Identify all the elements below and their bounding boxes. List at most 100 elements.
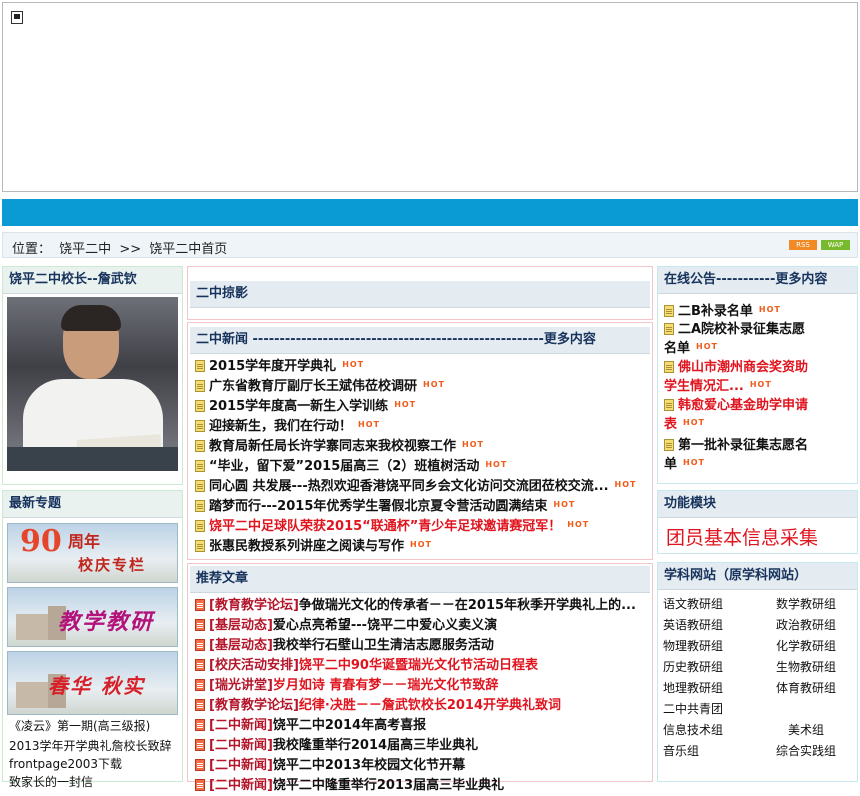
subject-link[interactable]: 信息技术组 (663, 721, 723, 739)
news-item[interactable]: 教育局新任局长许学寨同志来我校视察工作 HOT (195, 435, 484, 457)
news-item[interactable]: 2015学年度高一新生入学训练 HOT (195, 395, 416, 417)
recommend-category[interactable]: [教育教学论坛] (209, 698, 299, 713)
wap-badge[interactable]: WAP (821, 240, 850, 250)
breadcrumb-label: 位置： (12, 242, 52, 257)
notice-item[interactable]: 二A院校补录征集志愿名单 HOT (664, 321, 814, 357)
recommend-link[interactable]: 岁月如诗 青春有梦－－瑞光文化节致辞 (273, 678, 499, 693)
hot-badge: HOT (567, 520, 590, 529)
news-link[interactable]: 2015学年度开学典礼 (209, 359, 336, 374)
recommend-category[interactable]: [二中新闻] (209, 758, 273, 773)
recommend-item[interactable]: [校庆活动安排]饶平二中90华诞暨瑞光文化节活动日程表 (195, 656, 538, 676)
nav-bar (2, 199, 858, 226)
news-item[interactable]: 饶平二中足球队荣获2015“联通杯”青少年足球邀请赛冠军！ HOT (195, 515, 589, 537)
rss-badge[interactable]: RSS (789, 240, 817, 250)
recommend-link[interactable]: 饶平二中2013年校园文化节开幕 (273, 758, 465, 773)
subject-link[interactable]: 音乐组 (663, 742, 699, 760)
news-item[interactable]: 广东省教育厅副厅长王斌伟莅校调研 HOT (195, 375, 445, 397)
recommend-category[interactable]: [瑞光讲堂] (209, 678, 273, 693)
hot-badge: HOT (358, 420, 380, 429)
subject-link[interactable]: 综合实践组 (776, 742, 836, 760)
notice-title[interactable]: 在线公告-----------更多内容 (658, 267, 857, 294)
notice-link[interactable]: 佛山市潮州商会奖资助学生情况汇... (664, 360, 808, 394)
recommend-category[interactable]: [二中新闻] (209, 738, 273, 753)
subject-link[interactable]: 地理教研组 (663, 679, 723, 697)
document-icon (195, 679, 205, 691)
news-item[interactable]: “毕业，留下爱”2015届高三（2）班植树活动 HOT (195, 455, 507, 477)
banner-teaching[interactable]: 教学教研 (7, 587, 178, 647)
recommend-panel: 推荐文章 [教育教学论坛]争做瑞光文化的传承者－－在2015年秋季开学典礼上的.… (187, 563, 653, 793)
news-link[interactable]: 饶平二中足球队荣获2015“联通杯”青少年足球邀请赛冠军！ (209, 519, 561, 534)
news-link[interactable]: 2015学年度高一新生入学训练 (209, 399, 388, 414)
special-link-2[interactable]: 2013学年开学典礼詹校长致辞 (9, 737, 172, 755)
recommend-link[interactable]: 我校举行石壁山卫生清洁志愿服务活动 (273, 638, 494, 653)
recommend-category[interactable]: [基层动态] (209, 638, 273, 653)
document-icon (664, 361, 674, 373)
news-item[interactable]: 张惠民教授系列讲座之阅读与写作 HOT (195, 535, 432, 557)
news-link[interactable]: 张惠民教授系列讲座之阅读与写作 (209, 539, 404, 554)
banner-anniversary[interactable]: 90 周年 校庆专栏 (7, 523, 178, 583)
recommend-item[interactable]: [二中新闻]饶平二中2014年高考喜报 (195, 716, 426, 736)
recommend-category[interactable]: [校庆活动安排] (209, 658, 299, 673)
subject-link[interactable]: 二中共青团 (663, 700, 723, 718)
notice-item[interactable]: 佛山市潮州商会奖资助学生情况汇... HOT (664, 359, 814, 395)
recommend-category[interactable]: [教育教学论坛] (209, 598, 299, 613)
recommend-item[interactable]: [二中新闻]我校隆重举行2014届高三毕业典礼 (195, 736, 478, 756)
notice-item[interactable]: 二B补录名单 HOT (664, 301, 814, 320)
subject-link[interactable]: 化学教研组 (776, 637, 836, 655)
subject-link[interactable]: 物理教研组 (663, 637, 723, 655)
subject-link[interactable]: 生物教研组 (776, 658, 836, 676)
hot-badge: HOT (485, 460, 508, 469)
news-title[interactable]: 二中新闻 -----------------------------------… (190, 327, 650, 354)
news-link[interactable]: 广东省教育厅副厅长王斌伟莅校调研 (209, 379, 417, 394)
recommend-category[interactable]: [二中新闻] (209, 778, 273, 793)
notice-item[interactable]: 第一批补录征集志愿名单 HOT (664, 437, 814, 473)
breadcrumb-home-link[interactable]: 饶平二中 (59, 242, 111, 257)
news-item[interactable]: 2015学年度开学典礼 HOT (195, 355, 364, 377)
recommend-item[interactable]: [教育教学论坛]纪律·决胜－－詹武钦校长2014开学典礼致词 (195, 696, 561, 716)
special-link-3[interactable]: frontpage2003下载 (9, 755, 122, 773)
recommend-link[interactable]: 饶平二中90华诞暨瑞光文化节活动日程表 (299, 658, 538, 673)
member-info-link[interactable]: 团员基本信息采集 (666, 523, 818, 550)
news-link[interactable]: 踏梦而行---2015年优秀学生署假北京夏令营活动圆满结束 (209, 499, 547, 514)
notice-item[interactable]: 韩愈爱心基金助学申请表 HOT (664, 397, 814, 433)
special-link-1[interactable]: 《凌云》第一期(高三级报) (9, 717, 150, 735)
recommend-item[interactable]: [基层动态]爱心点亮希望---饶平二中爱心义卖义演 (195, 616, 497, 636)
document-icon (195, 520, 205, 532)
document-icon (664, 399, 674, 411)
recommend-link[interactable]: 我校隆重举行2014届高三毕业典礼 (273, 738, 478, 753)
subject-link[interactable]: 美术组 (788, 721, 824, 739)
subject-link[interactable]: 历史教研组 (663, 658, 723, 676)
news-item[interactable]: 同心圆 共发展---热烈欢迎香港饶平同乡会文化访问交流团莅校交流... HOT (195, 475, 636, 497)
recommend-link[interactable]: 爱心点亮希望---饶平二中爱心义卖义演 (273, 618, 497, 633)
recommend-link[interactable]: 纪律·决胜－－詹武钦校长2014开学典礼致词 (299, 698, 561, 713)
subject-link[interactable]: 数学教研组 (776, 595, 836, 613)
news-item[interactable]: 踏梦而行---2015年优秀学生署假北京夏令营活动圆满结束 HOT (195, 495, 575, 517)
recommend-link[interactable]: 饶平二中2014年高考喜报 (273, 718, 426, 733)
special-link-4[interactable]: 致家长的一封信 (9, 773, 93, 791)
special-panel: 最新专题 90 周年 校庆专栏 教学教研 春华 秋实 《凌云》第一期(高三级报)… (2, 490, 183, 789)
recommend-item[interactable]: [基层动态]我校举行石壁山卫生清洁志愿服务活动 (195, 636, 494, 656)
recommend-link[interactable]: 争做瑞光文化的传承者－－在2015年秋季开学典礼上的... (299, 598, 636, 613)
recommend-category[interactable]: [二中新闻] (209, 718, 273, 733)
news-link[interactable]: 同心圆 共发展---热烈欢迎香港饶平同乡会文化访问交流团莅校交流... (209, 479, 609, 494)
subject-link[interactable]: 语文教研组 (663, 595, 723, 613)
special-title: 最新专题 (3, 491, 182, 518)
news-item[interactable]: 迎接新生，我们在行动！ HOT (195, 415, 380, 437)
recommend-category[interactable]: [基层动态] (209, 618, 273, 633)
news-link[interactable]: 教育局新任局长许学寨同志来我校视察工作 (209, 439, 456, 454)
principal-photo[interactable] (7, 297, 178, 471)
news-link[interactable]: 迎接新生，我们在行动！ (209, 419, 352, 434)
subject-link[interactable]: 政治教研组 (776, 616, 836, 634)
banner-harvest[interactable]: 春华 秋实 (7, 651, 178, 715)
subject-link[interactable]: 体育教研组 (776, 679, 836, 697)
banner-harvest-text: 春华 秋实 (48, 674, 145, 698)
subject-link[interactable]: 英语教研组 (663, 616, 723, 634)
notice-link[interactable]: 二B补录名单 (678, 304, 753, 319)
recommend-link[interactable]: 饶平二中隆重举行2013届高三毕业典礼 (273, 778, 504, 793)
recommend-item[interactable]: [瑞光讲堂]岁月如诗 青春有梦－－瑞光文化节致辞 (195, 676, 498, 696)
recommend-item[interactable]: [二中新闻]饶平二中2013年校园文化节开幕 (195, 756, 465, 776)
notice-link[interactable]: 二A院校补录征集志愿名单 (664, 322, 805, 356)
news-link[interactable]: “毕业，留下爱”2015届高三（2）班植树活动 (209, 459, 479, 474)
recommend-item[interactable]: [二中新闻]饶平二中隆重举行2013届高三毕业典礼 (195, 776, 504, 796)
recommend-item[interactable]: [教育教学论坛]争做瑞光文化的传承者－－在2015年秋季开学典礼上的... (195, 596, 636, 616)
